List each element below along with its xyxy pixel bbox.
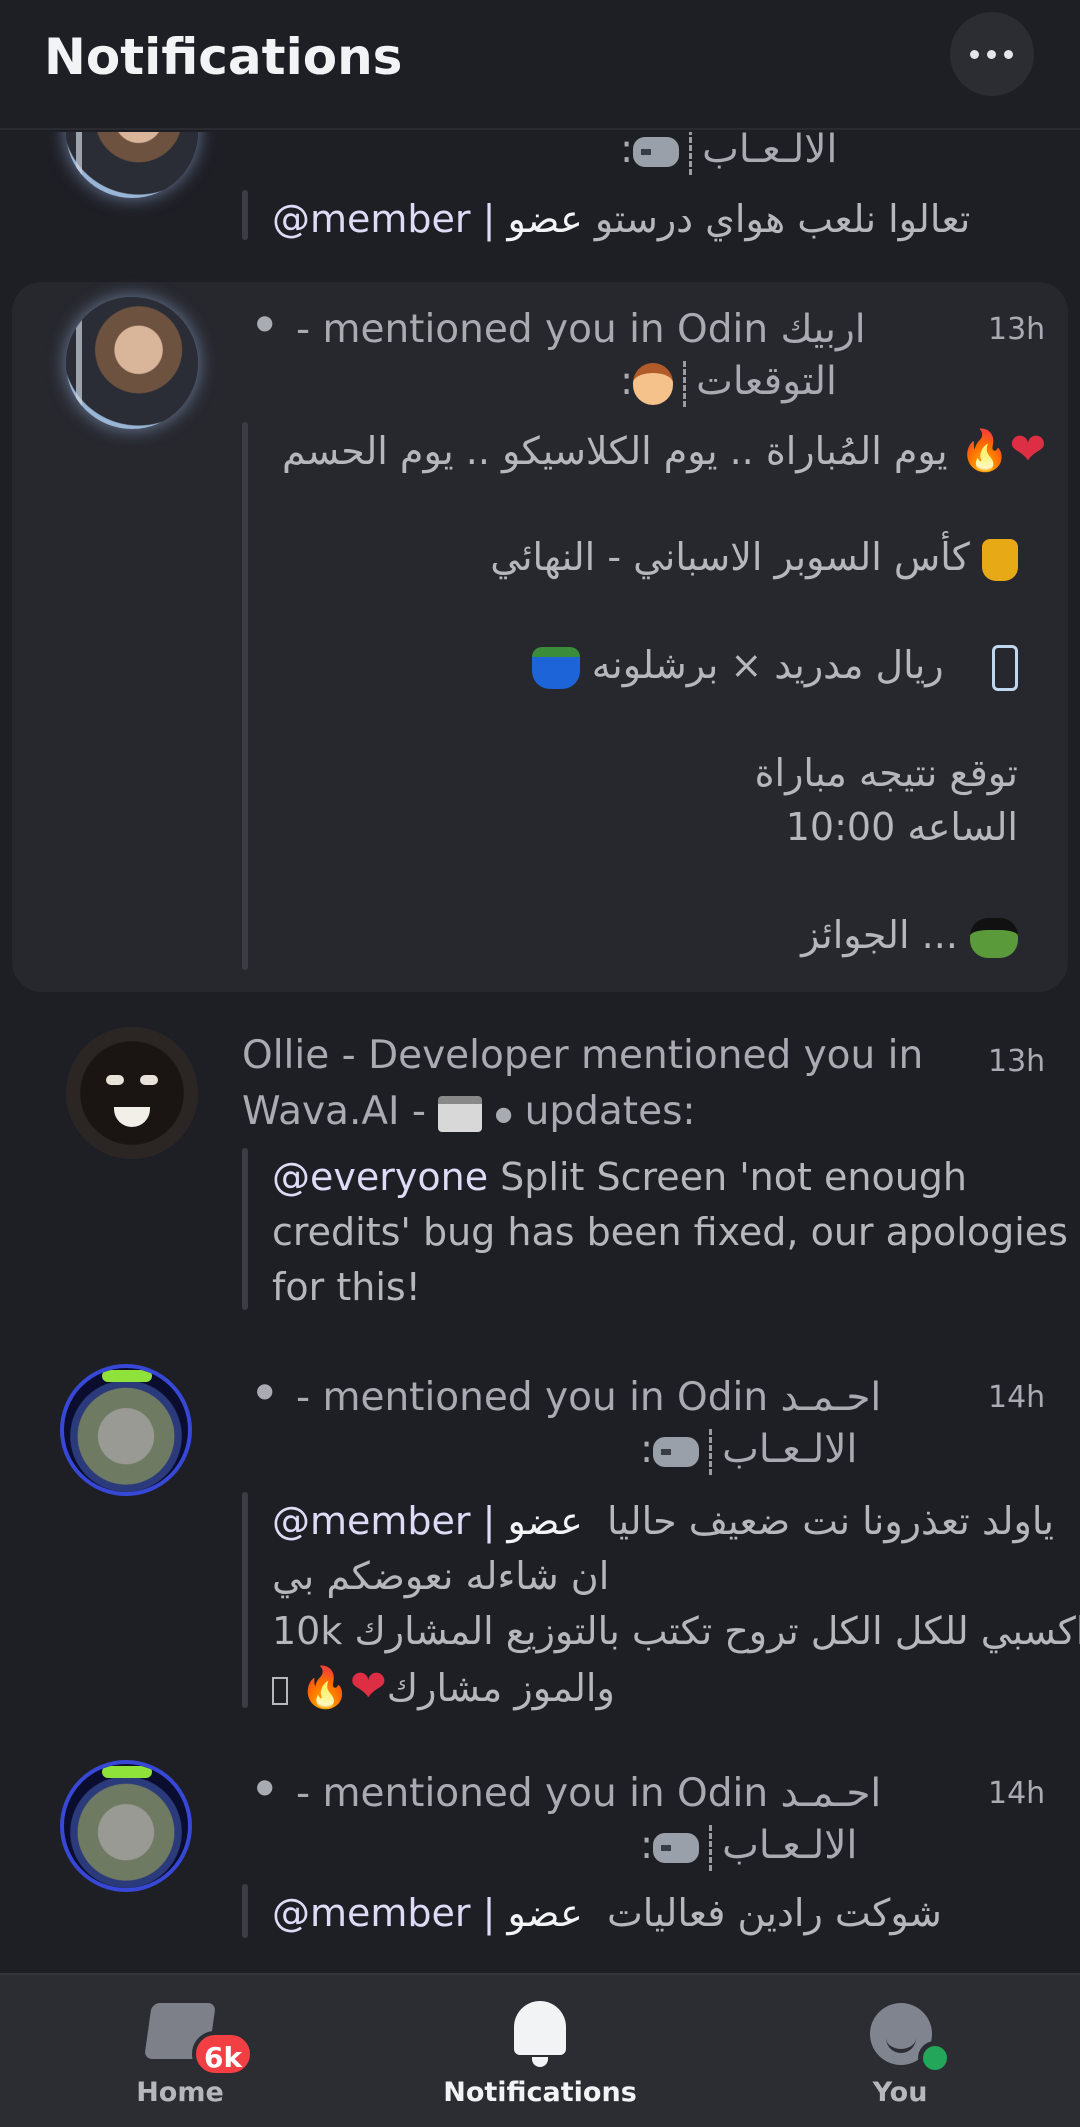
person-tipping-hand-icon — [633, 362, 674, 405]
timestamp: 13h — [988, 1044, 1046, 1079]
nav-home-label: Home — [136, 2077, 224, 2108]
more-horizontal-icon — [970, 50, 979, 59]
notification-title-line2: Wava.AI - ● updates: — [242, 1089, 696, 1134]
nav-you-label: You — [872, 2077, 928, 2108]
notification-title: - mentioned you in Odin احـمـد — [296, 1771, 882, 1816]
nav-notifications[interactable]: Notifications — [420, 1975, 660, 2127]
channel-line: التوقعات: — [620, 354, 837, 410]
nav-notifications-label: Notifications — [443, 2077, 637, 2108]
unread-badge: 6k — [192, 2031, 255, 2077]
newspaper-icon — [438, 1095, 483, 1132]
notification-feed[interactable]: الالـعـاب: @member | تعالوا نلعب هواي در… — [0, 132, 1080, 1972]
bell-icon — [514, 2001, 566, 2067]
game-controller-icon — [633, 136, 680, 167]
user-avatar[interactable] — [66, 297, 198, 429]
pepe-pot-icon — [531, 646, 580, 689]
game-controller-icon — [653, 1436, 700, 1467]
quote-bar — [242, 422, 248, 970]
notification-title: - mentioned you in Odin احـمـد — [296, 1375, 882, 1420]
quote-bar — [242, 1148, 248, 1310]
mention-tag: @member | — [272, 1891, 496, 1935]
bottom-navigation: 6k Home Notifications You — [0, 1973, 1080, 2127]
quote-bar — [242, 190, 248, 240]
notification-title: - mentioned you in Odin اربيك — [296, 307, 866, 352]
top-bar: Notifications — [0, 0, 1080, 130]
game-controller-icon — [653, 1832, 700, 1863]
mention-tag: @everyone — [272, 1155, 489, 1199]
heart-icon: ❤ — [349, 1661, 387, 1712]
quote-bar — [242, 1884, 248, 1938]
heart-icon: ❤ — [1009, 424, 1047, 475]
quote-bar — [242, 1492, 248, 1708]
user-avatar[interactable] — [66, 132, 198, 198]
fire-icon: 🔥 — [300, 1665, 350, 1711]
user-avatar[interactable] — [60, 1364, 192, 1496]
timestamp: 14h — [988, 1380, 1046, 1415]
more-options-button[interactable] — [950, 12, 1034, 96]
channel-line: الالـعـاب: — [640, 1422, 857, 1478]
number-one-icon — [992, 644, 1018, 691]
pepe-sunglasses-icon — [970, 917, 1018, 958]
nav-you[interactable]: You — [800, 1975, 1000, 2127]
user-avatar[interactable] — [66, 1027, 198, 1159]
timestamp: 14h — [988, 1776, 1046, 1811]
notification-title: Ollie - Developer mentioned you in — [242, 1033, 924, 1078]
page-title: Notifications — [44, 28, 403, 86]
mention-tag: @member | — [272, 197, 496, 241]
quote-text: @member | تعالوا نلعب هواي درستو عضو — [272, 197, 971, 241]
mention-tag: @member | — [272, 1499, 496, 1543]
nav-home[interactable]: 6k Home — [80, 1975, 280, 2127]
timestamp: 13h — [988, 312, 1046, 347]
user-avatar[interactable] — [60, 1760, 192, 1892]
trophy-icon — [982, 538, 1018, 581]
channel-line: الالـعـاب: — [640, 1818, 857, 1874]
fire-icon: 🔥 — [959, 428, 1010, 474]
channel-line: الالـعـاب: — [620, 132, 837, 178]
online-status-icon — [918, 2041, 952, 2075]
